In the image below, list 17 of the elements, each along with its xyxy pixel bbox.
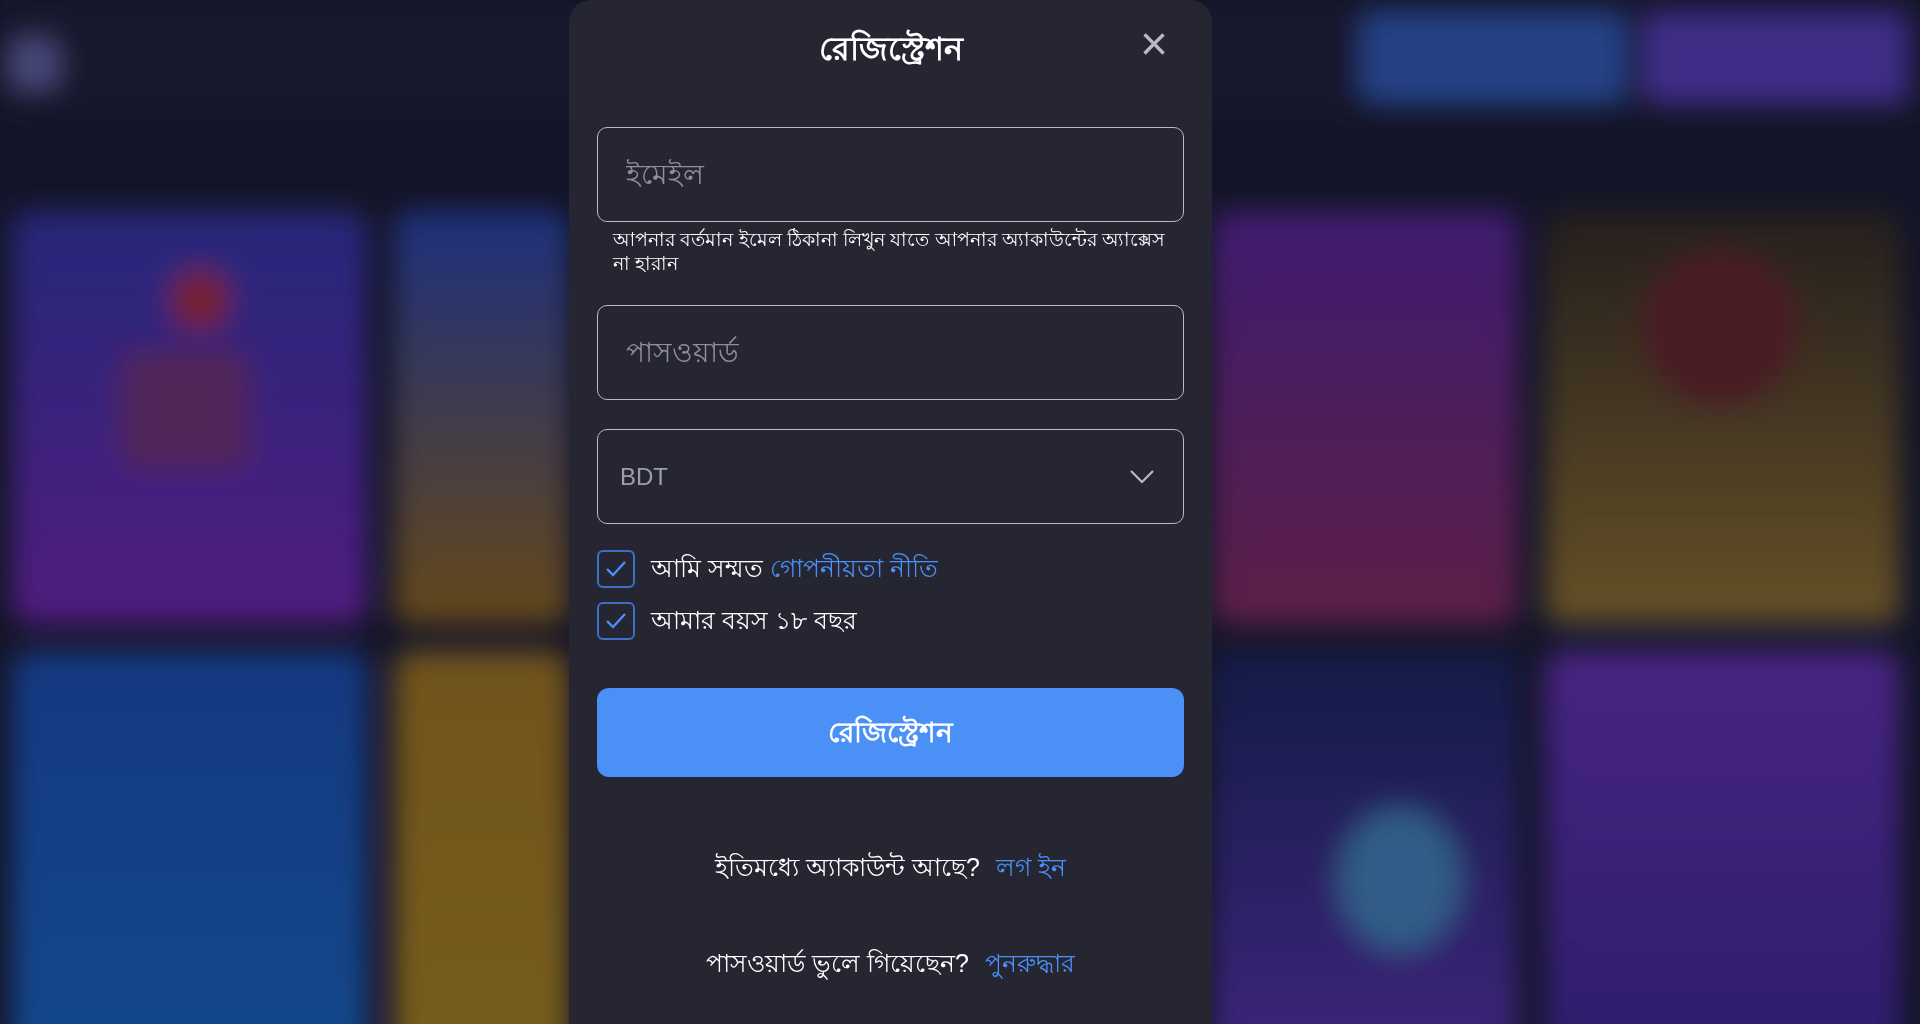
recover-link[interactable]: পুনরুদ্ধার (984, 944, 1075, 982)
register-button[interactable]: রেজিস্ট্রেশন (597, 688, 1184, 777)
checkbox-label: আমি সম্মত গোপনীয়তা নীতি (651, 552, 938, 585)
currency-select[interactable]: BDT (597, 429, 1184, 524)
checkmark-icon (605, 612, 627, 630)
dialog-title: রেজিস্ট্রেশন (818, 28, 963, 69)
privacy-policy-link[interactable]: গোপনীয়তা নীতি (769, 554, 938, 583)
checkbox-label: আমার বয়স ১৮ বছর (651, 605, 857, 637)
login-link[interactable]: লগ ইন (995, 849, 1066, 887)
footer-text: ইতিমধ্যে অ্যাকাউন্ট আছে? (715, 851, 980, 883)
checkmark-icon (605, 560, 627, 578)
field-hint: আপনার বর্তমান ইমেল ঠিকানা লিখুন যাতে আপনার অ্যাকাউন্টের অ্যাক্সেস না হারান (611, 228, 1167, 276)
chevron-down-icon (1129, 468, 1155, 485)
close-button[interactable]: × (1134, 24, 1174, 64)
footer-text: পাসওয়ার্ড ভুলে গিয়েছেন? (706, 944, 969, 982)
checkbox[interactable] (597, 602, 635, 640)
checkbox[interactable] (597, 550, 635, 588)
